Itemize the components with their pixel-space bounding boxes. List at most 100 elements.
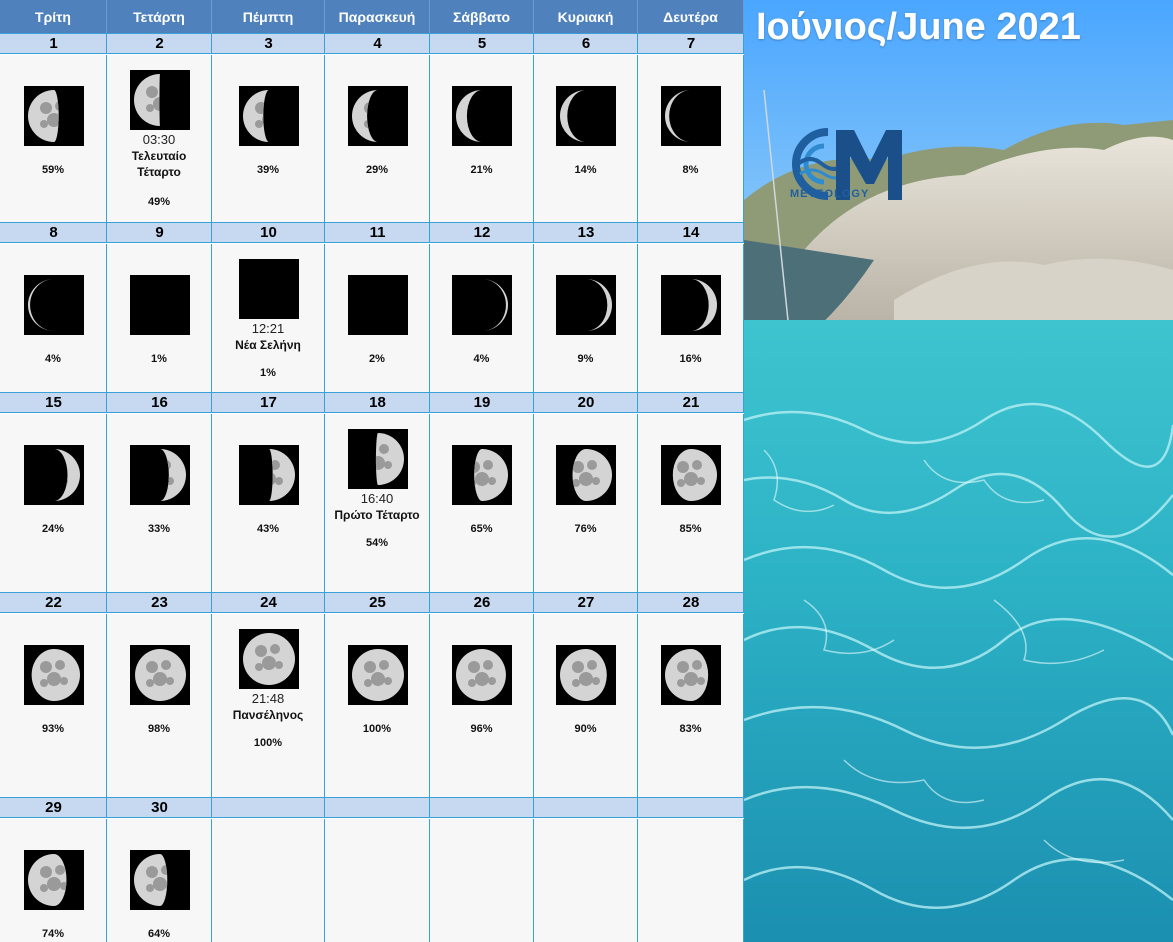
grid-line [324,797,325,818]
illumination-percent: 39% [256,164,280,176]
day-cell [430,819,534,942]
day-cell: 100% [325,614,430,797]
moon-lit-area [586,279,612,331]
day-number: 24 [260,594,277,611]
moon-phase-icon [130,275,190,335]
event-time: 03:30 [142,132,176,147]
moon-phase-icon [24,275,84,335]
moon-phase-icon [556,645,616,705]
moon-phase-icon [239,629,299,689]
day-cell: 12:21 Νέα Σελήνη 1% [212,244,325,392]
moon-phase-icon [452,445,512,505]
moon-phase-icon [239,445,299,505]
illumination-percent: 59% [41,164,65,176]
meteology-logo: METEOLOGY [788,122,908,213]
illumination-percent: 90% [574,723,597,735]
moon-lit-area [691,279,717,331]
illumination-percent: 14% [574,164,597,176]
moon-lit-area [54,449,80,501]
day-number: 1 [49,35,58,52]
illumination-percent: 43% [256,523,280,535]
illumination-percent: 21% [470,164,493,176]
illumination-percent: 49% [147,196,171,208]
moon-lit-area [482,279,508,331]
day-number: 19 [473,394,491,411]
grid-line [637,797,638,818]
day-number: 6 [581,35,591,52]
illumination-percent: 24% [41,523,65,535]
illumination-percent: 98% [147,723,171,735]
day-cell: 16% [638,244,744,392]
phase-event-label: Νέα Σελήνη [235,338,301,352]
moon-lit-area [243,90,269,142]
illumination-percent: 96% [470,723,493,735]
weekday-header: Παρασκευή [325,0,430,33]
moon-phase-icon [348,86,408,146]
day-number: 20 [577,394,595,411]
day-number: 29 [45,799,62,816]
moon-lit-area [28,279,54,331]
day-cell: 96% [430,614,534,797]
moon-lit-area [352,90,378,142]
day-cell: 8% [638,55,744,222]
day-number: 12 [473,224,491,241]
moon-phase-icon [130,70,190,130]
day-cell: 03:30 Τελευταίο Τέταρτο 49% [107,55,212,222]
moon-phase-icon [348,275,408,335]
event-time: 16:40 [360,491,394,506]
day-number: 30 [151,799,168,816]
weekday-header: Τετάρτη [107,0,212,33]
day-cell: 29% [325,55,430,222]
illumination-percent: 65% [470,523,493,535]
moon-phase-icon [452,645,512,705]
day-cell: 98% [107,614,212,797]
day-number: 14 [682,224,700,241]
weekday-header: Κυριακή [534,0,638,33]
illumination-percent: 16% [679,353,702,365]
day-cell: 85% [638,414,744,592]
moon-phase-icon [661,645,721,705]
day-number: 15 [45,394,62,411]
day-cell: 39% [212,55,325,222]
weekday-header: Πέμπτη [212,0,325,33]
moon-lit-area [160,449,186,501]
day-cell: 1% [107,244,212,392]
moon-phase-icon [24,850,84,910]
day-cell [325,819,430,942]
day-number: 21 [682,394,700,411]
moon-lit-area [456,90,482,142]
day-number: 16 [151,394,168,411]
day-number: 26 [473,594,491,611]
moon-phase-icon [452,86,512,146]
day-number: 7 [686,35,696,52]
moon-phase-icon [348,645,408,705]
moon-lit-area [28,854,67,906]
illumination-percent: 1% [151,353,167,365]
day-number: 17 [260,394,277,411]
day-number: 10 [260,224,277,241]
day-cell: 21:48 Πανσέληνος 100% [212,614,325,797]
day-cell: 43% [212,414,325,592]
day-cell: 9% [534,244,638,392]
day-cell: 65% [430,414,534,592]
illumination-percent: 76% [574,523,597,535]
day-number: 22 [45,594,62,611]
moon-phase-icon [348,429,408,489]
day-number: 27 [577,594,595,611]
day-cell: 33% [107,414,212,592]
moon-phase-icon [24,645,84,705]
moon-phase-icon [661,86,721,146]
day-cell: 21% [430,55,534,222]
day-cell: 64% [107,819,212,942]
day-cell: 2% [325,244,430,392]
moon-phase-icon [661,445,721,505]
day-number: 25 [369,594,386,611]
moon-phase-icon [239,86,299,146]
illumination-percent: 85% [679,523,702,535]
illumination-percent: 1% [260,367,276,379]
illumination-percent: 9% [577,353,594,365]
illumination-percent: 74% [41,928,65,940]
illumination-percent: 83% [679,723,702,735]
day-number: 9 [155,224,164,241]
moon-phase-icon [239,259,299,319]
